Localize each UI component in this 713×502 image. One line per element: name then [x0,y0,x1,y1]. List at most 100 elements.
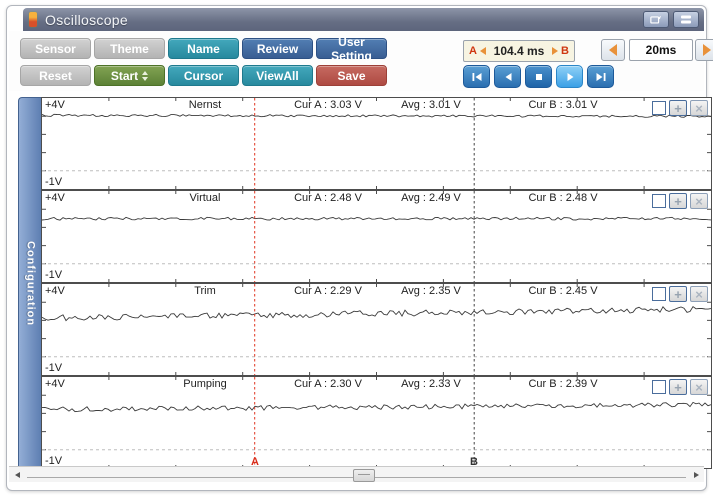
triangle-left-icon [609,44,617,56]
channel-close-button[interactable]: × [690,286,708,302]
button-label: Save [337,68,366,83]
titlebar: Oscilloscope [23,8,704,31]
cursor-b-value: Cur B : 2.48 V [528,192,598,204]
stop-icon [535,73,542,80]
popout-icon [650,15,662,24]
cursor-button[interactable]: Cursor [168,65,239,86]
stop-button[interactable] [525,65,552,88]
timebase-value[interactable]: 20ms [629,39,693,61]
review-button[interactable]: Review [242,38,313,59]
scrollbar-thumb[interactable] [353,469,375,482]
sensor-button[interactable]: Sensor [20,38,91,59]
channel-controls: + × [652,100,708,116]
button-label: Review [256,41,299,56]
start-button[interactable]: Start [94,65,165,86]
reset-button[interactable]: Reset [20,65,91,86]
channel-name: Trim [194,285,216,297]
oscilloscope-app: Oscilloscope Sensor Theme Name Review Use [0,0,713,502]
timebase-decrease-button[interactable] [601,39,625,61]
channel-close-button[interactable]: × [690,379,708,395]
channel-controls: + × [652,379,708,395]
cursor-b-value: Cur B : 3.01 V [528,99,598,111]
cursor-a-value: Cur A : 3.03 V [294,99,362,111]
vmax-label: +4V [45,378,65,390]
channel-stack: +4V -1V Nernst Cur A : 3.03 V Avg : 3.01… [41,97,712,469]
configuration-tab-label: Configuration [24,241,37,327]
button-label: Reset [39,68,72,83]
cursor-a-value: Cur A : 2.48 V [294,192,362,204]
vmin-label: -1V [45,269,63,281]
skip-to-end-button[interactable] [587,65,614,88]
channel-add-button[interactable]: + [669,100,687,116]
average-value: Avg : 2.33 V [401,378,461,390]
theme-button[interactable]: Theme [94,38,165,59]
sidebar-tab-configuration[interactable]: Configuration [18,97,42,471]
toolbar: Sensor Theme Name Review User Setting Reset St… [9,31,713,91]
triangle-right-icon [693,472,699,478]
waveform-plot [42,191,711,282]
cursor-a-value: Cur A : 2.30 V [294,378,362,390]
waveform-plot [42,377,711,468]
viewall-button[interactable]: ViewAll [242,65,313,86]
channel-add-button[interactable]: + [669,379,687,395]
channel-close-button[interactable]: × [690,193,708,209]
step-back-button[interactable] [494,65,521,88]
media-controls [463,65,614,88]
horizontal-scrollbar[interactable] [9,466,704,482]
average-value: Avg : 3.01 V [401,99,461,111]
signal-trace [42,216,711,221]
channel-add-button[interactable]: + [669,286,687,302]
titlebar-buttons [643,11,699,28]
axis-ticks [42,377,711,468]
average-value: Avg : 2.49 V [401,192,461,204]
channel-visibility-checkbox[interactable] [652,287,666,301]
button-label: Start [110,68,139,83]
cursor-b-value: Cur B : 2.39 V [528,378,598,390]
step-back-icon [505,72,511,81]
channel-controls: + × [652,193,708,209]
triangle-left-icon [14,472,20,478]
scroll-right-button[interactable] [691,470,701,480]
channel-panel-trim: +4V -1V Trim Cur A : 2.29 V Avg : 2.35 V… [41,283,712,376]
signal-trace [42,305,711,322]
average-value: Avg : 2.35 V [401,285,461,297]
button-label: User Setting [331,34,372,63]
skip-to-end-icon [596,72,605,81]
vmax-label: +4V [45,99,65,111]
app-window: Oscilloscope Sensor Theme Name Review Use [6,5,713,491]
channel-panel-pumping: +4V -1V Pumping Cur A : 2.30 V Avg : 2.3… [41,376,712,469]
vmax-label: +4V [45,285,65,297]
axis-ticks [42,284,711,375]
channel-controls: + × [652,286,708,302]
play-button[interactable] [556,65,583,88]
skip-to-start-icon [472,72,481,81]
channel-name: Nernst [188,99,222,111]
channel-add-button[interactable]: + [669,193,687,209]
app-logo-icon [29,12,37,27]
collapse-icon [681,15,691,24]
channel-visibility-checkbox[interactable] [652,194,666,208]
popout-button[interactable] [643,11,669,28]
axis-ticks [42,98,711,189]
channel-visibility-checkbox[interactable] [652,380,666,394]
vmin-label: -1V [45,362,63,374]
user-setting-button[interactable]: User Setting [316,35,387,63]
waveform-plot [42,284,711,375]
scroll-left-button[interactable] [12,470,22,480]
triangle-right-icon [703,44,711,56]
ab-interval-value: 104.4 ms [493,44,545,58]
signal-trace [42,401,711,413]
name-button[interactable]: Name [168,38,239,59]
save-button[interactable]: Save [316,65,387,86]
timebase-increase-button[interactable] [695,39,713,61]
channel-close-button[interactable]: × [690,100,708,116]
cursor-a-value: Cur A : 2.29 V [294,285,362,297]
collapse-button[interactable] [673,11,699,28]
button-label: Name [187,41,220,56]
button-label: ViewAll [256,68,299,83]
axis-ticks [42,191,711,282]
triangle-right-icon [552,47,559,55]
channel-visibility-checkbox[interactable] [652,101,666,115]
button-label: Cursor [183,68,224,83]
skip-to-start-button[interactable] [463,65,490,88]
